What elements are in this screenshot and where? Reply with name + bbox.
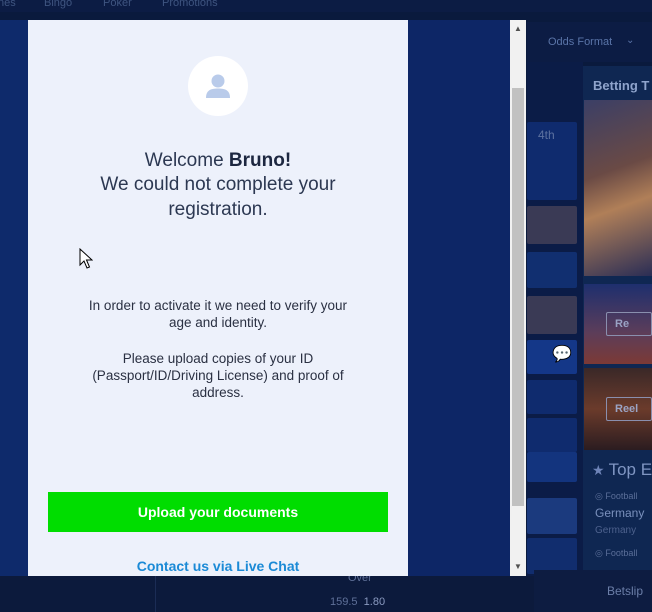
arrow-up-icon[interactable]: ▲ bbox=[510, 20, 526, 38]
top-events-label: Top E bbox=[608, 460, 652, 479]
verify-instructions: In order to activate it we need to verif… bbox=[28, 297, 408, 331]
event-row[interactable] bbox=[527, 538, 577, 574]
top-navigation: nes Bingo Poker Promotions bbox=[0, 0, 652, 12]
promo-button[interactable]: Reel bbox=[606, 397, 652, 421]
odds-line[interactable]: 159.5 1.80 bbox=[330, 596, 385, 608]
text-line: Please upload copies of your ID bbox=[122, 351, 314, 366]
football-event-label: ◎ Football bbox=[595, 548, 638, 558]
text-line: address. bbox=[192, 385, 244, 400]
top-events-title: ★ Top E bbox=[592, 460, 652, 480]
user-name: Bruno! bbox=[228, 150, 292, 171]
text-line: (Passport/ID/Driving License) and proof … bbox=[92, 368, 344, 383]
nav-item-promotions[interactable]: Promotions bbox=[162, 0, 218, 9]
event-team[interactable]: Germany bbox=[595, 506, 644, 520]
left-panel bbox=[0, 20, 28, 576]
betslip-button[interactable]: Betslip bbox=[607, 584, 643, 598]
registration-message: We could not complete your registration. bbox=[28, 172, 408, 222]
event-subtitle: Germany bbox=[595, 525, 637, 536]
chevron-down-icon[interactable]: ⌄ bbox=[626, 35, 634, 46]
nav-item-poker[interactable]: Poker bbox=[103, 0, 132, 9]
odds-format-select[interactable]: Odds Format bbox=[548, 36, 612, 48]
divider bbox=[155, 576, 156, 612]
event-row[interactable] bbox=[527, 498, 577, 534]
avatar bbox=[188, 56, 248, 116]
events-column bbox=[527, 62, 583, 576]
user-icon bbox=[206, 74, 230, 98]
live-chat-link[interactable]: Contact us via Live Chat bbox=[28, 558, 408, 574]
event-row[interactable] bbox=[527, 380, 577, 414]
event-row[interactable] bbox=[527, 296, 577, 334]
star-icon: ★ bbox=[592, 462, 605, 478]
week-label: 4th bbox=[538, 128, 555, 142]
upload-instructions: Please upload copies of your ID (Passpor… bbox=[28, 350, 408, 401]
nav-item-games[interactable]: nes bbox=[0, 0, 16, 9]
center-panel bbox=[408, 20, 510, 576]
scrollbar-thumb[interactable] bbox=[512, 88, 524, 506]
welcome-prefix: Welcome bbox=[144, 150, 224, 171]
chat-icon[interactable]: 💬 bbox=[552, 344, 572, 364]
message-line: We could not complete your bbox=[100, 174, 336, 195]
event-row[interactable] bbox=[527, 452, 577, 482]
registration-modal: Welcome Bruno! We could not complete you… bbox=[28, 20, 408, 576]
promo-button[interactable]: Re bbox=[606, 312, 652, 336]
betting-tips-title: Betting T bbox=[593, 78, 650, 93]
welcome-heading: Welcome Bruno! bbox=[28, 148, 408, 173]
event-row[interactable] bbox=[527, 418, 577, 452]
nav-item-bingo[interactable]: Bingo bbox=[44, 0, 72, 9]
event-row[interactable] bbox=[527, 206, 577, 244]
promo-image-dealer[interactable] bbox=[584, 100, 652, 276]
mouse-pointer-icon bbox=[79, 248, 93, 269]
football-event-label: ◎ Football bbox=[595, 491, 638, 501]
text-line: age and identity. bbox=[168, 315, 268, 330]
upload-documents-button[interactable]: Upload your documents bbox=[48, 492, 388, 532]
text-line: In order to activate it we need to verif… bbox=[88, 298, 348, 313]
arrow-down-icon[interactable]: ▼ bbox=[510, 558, 526, 576]
event-row[interactable] bbox=[527, 252, 577, 288]
message-line: registration. bbox=[168, 199, 268, 220]
